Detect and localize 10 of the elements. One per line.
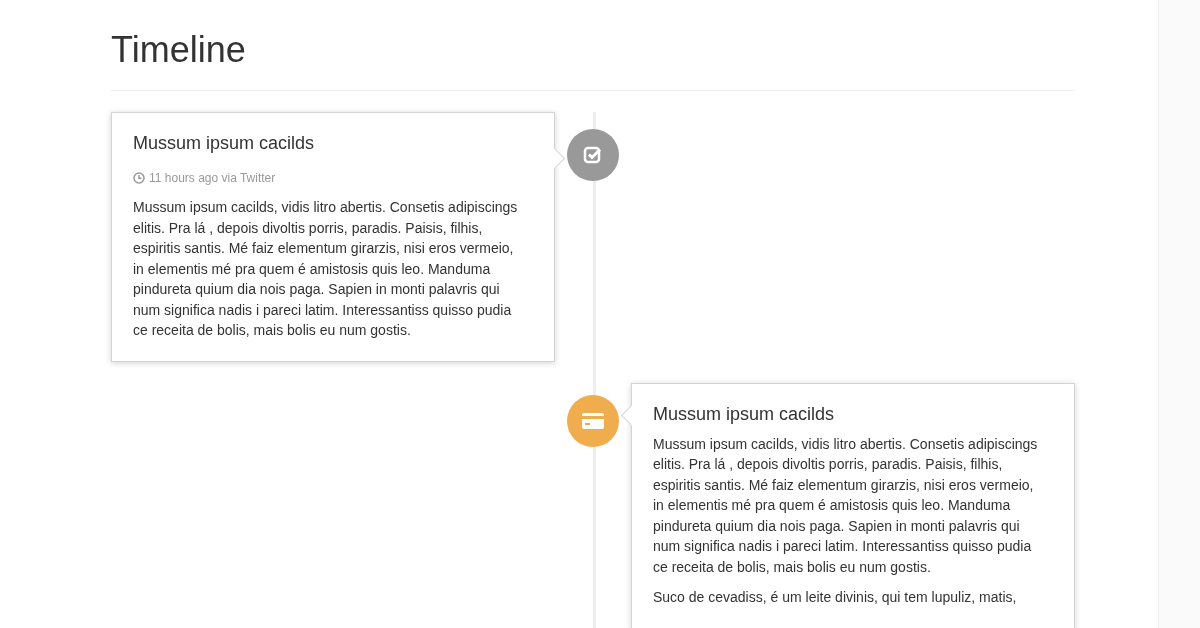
clock-icon	[133, 172, 145, 184]
card-title: Mussum ipsum cacilds	[653, 402, 836, 426]
page-title: Timeline	[111, 0, 1075, 91]
credit-card-icon	[581, 412, 604, 429]
checkbox-icon	[583, 145, 604, 165]
card-text: Mussum ipsum cacilds, vidis litro abertis. Consetis adipiscings elitis. Pra lá , depois divoltis porris, paradis. Paisis, filhis, espiritis santis. Mé faiz elementum girarzis, nisi eros vermeio, in elementis mé pra quem é amistosis quis leo. Manduma pindureta quium dia nois paga. Sapien in monti palavris qui num significa nadis i pareci latim. Interessantiss quisso pudia ce receita de bolis, mais bolis eu num gostis.	[133, 198, 519, 340]
card-text: Suco de cevadiss, é um leite divinis, qui tem lupuliz, matis,	[653, 588, 1018, 607]
timestamp: 11 hours ago via Twitter	[149, 170, 276, 187]
card-text: Mussum ipsum cacilds, vidis litro abertis. Consetis adipiscings elitis. Pra lá , depois divoltis porris, paradis. Paisis, filhis, espiritis santis. Mé faiz elementum girarzis, nisi eros vermeio, in elementis mé pra quem é amistosis quis leo. Manduma pindureta quium dia nois paga. Sapien in monti palavris qui num significa nadis i pareci latim. Interessantiss quisso pudia ce receita de bolis, mais bolis eu num gostis.	[653, 434, 1039, 577]
card-title: Mussum ipsum cacilds	[133, 132, 316, 155]
